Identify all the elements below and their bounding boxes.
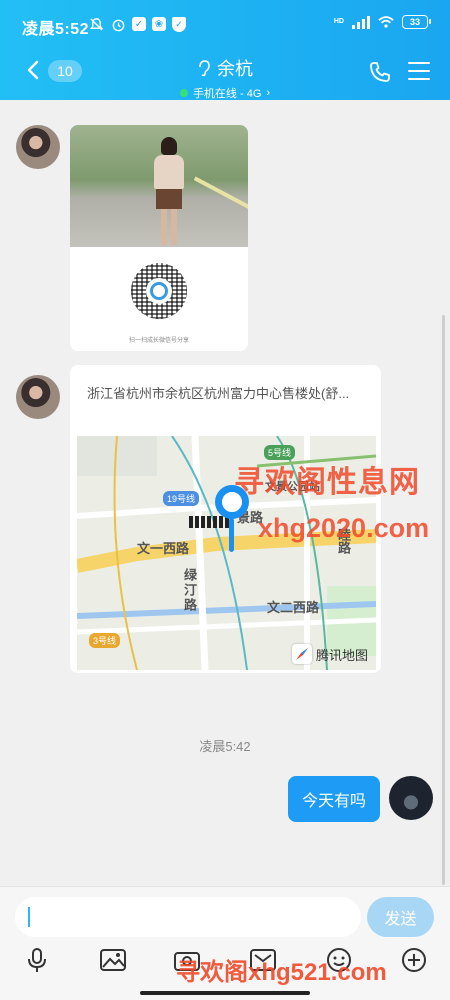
- alarm-icon: [110, 16, 126, 32]
- chat-header: 凌晨5:52 ✓ ❀ ✓ HD 33 10 余杭 手机在线 - 4G ›: [0, 0, 450, 100]
- contact-avatar[interactable]: [16, 125, 60, 169]
- wifi-icon: [378, 14, 394, 30]
- app-notification-icon: ✓: [132, 17, 146, 31]
- contact-name: 余杭: [217, 59, 253, 79]
- image-message[interactable]: 扫一扫成长微信号分享: [70, 125, 248, 351]
- chevron-right-icon: ›: [266, 87, 271, 99]
- map-provider: 腾讯地图: [291, 644, 368, 664]
- online-status: 手机在线 - 4G ›: [179, 85, 271, 101]
- menu-icon[interactable]: [408, 62, 430, 82]
- plus-icon[interactable]: [397, 943, 431, 977]
- phone-call-icon[interactable]: [368, 60, 392, 84]
- watermark-bottom: 寻欢阁xhg521.com: [176, 959, 387, 986]
- photo: [70, 125, 248, 247]
- message-input[interactable]: [15, 897, 361, 937]
- network-type: HD: [333, 18, 344, 25]
- road-label: 绿汀路: [182, 568, 197, 613]
- direction-arrow-icon: [189, 516, 229, 528]
- qr-logo-icon: [146, 278, 172, 304]
- notification-icons: ✓ ❀ ✓: [88, 16, 186, 32]
- status-bar: 凌晨5:52 ✓ ❀ ✓ HD 33: [0, 0, 450, 52]
- signal-icon: [352, 15, 370, 29]
- line-19-label: 19号线: [163, 491, 200, 506]
- location-address: 浙江省杭州市余杭区杭州富力中心售楼处(舒...: [87, 386, 350, 401]
- online-status-text: 手机在线 - 4G: [192, 88, 262, 100]
- online-dot-icon: [179, 89, 188, 97]
- home-indicator[interactable]: [140, 991, 310, 995]
- ear-icon: [199, 60, 210, 77]
- my-avatar[interactable]: [389, 776, 433, 820]
- outgoing-message[interactable]: 今天有吗: [287, 776, 380, 822]
- battery-indicator: 33: [402, 15, 431, 29]
- image-icon[interactable]: [96, 943, 130, 977]
- status-time: 凌晨5:52: [22, 21, 90, 38]
- qr-caption: 扫一扫成长微信号分享: [128, 338, 189, 344]
- contact-avatar[interactable]: [16, 375, 60, 419]
- message-timestamp: 凌晨5:42: [199, 739, 251, 754]
- send-button[interactable]: 发送: [367, 897, 434, 937]
- map-provider-label: 腾讯地图: [315, 647, 368, 663]
- watermark-text: 寻欢阁性息网: [234, 466, 420, 499]
- text-caret: [28, 907, 30, 927]
- watermark-url: xhg2020.com: [258, 513, 430, 543]
- line-3-label: 3号线: [89, 633, 121, 648]
- shield-icon: ✓: [172, 16, 186, 32]
- road-label: 文二西路: [267, 600, 320, 615]
- road-label: 文一西路: [137, 541, 190, 556]
- mic-icon[interactable]: [20, 943, 54, 977]
- scrollbar[interactable]: [442, 315, 445, 885]
- mute-bell-icon: [88, 16, 104, 32]
- contact-title: 余杭: [197, 55, 253, 81]
- chat-nav: 10 余杭 手机在线 - 4G ›: [0, 52, 450, 100]
- paw-app-icon: ❀: [152, 17, 166, 31]
- system-indicators: HD 33: [333, 14, 431, 30]
- location-pin-stem: [229, 518, 234, 552]
- compass-icon: [291, 644, 312, 664]
